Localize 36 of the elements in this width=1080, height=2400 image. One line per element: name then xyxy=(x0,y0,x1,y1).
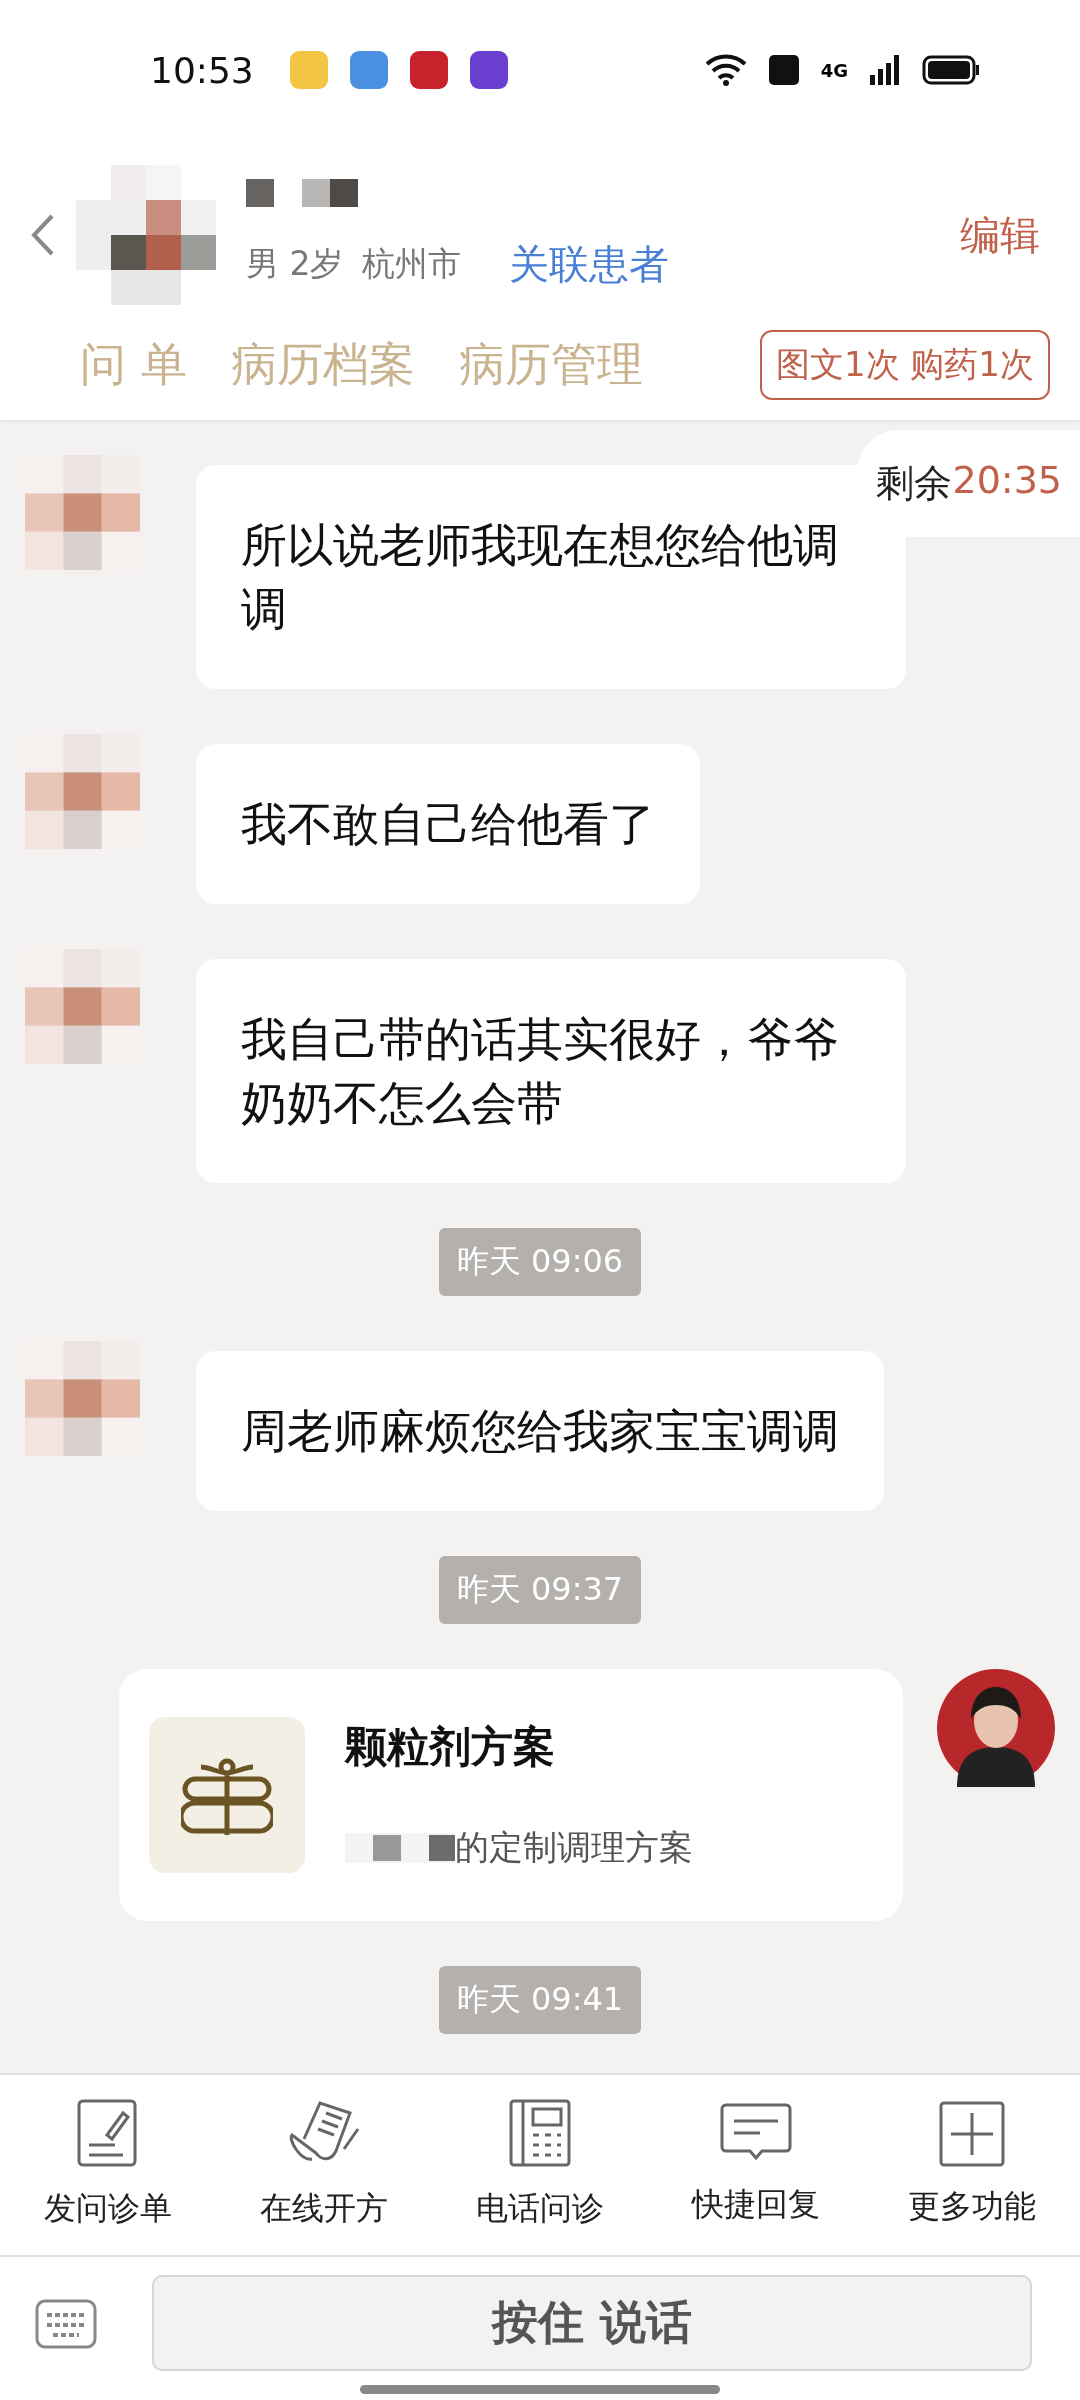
status-time: 10:53 xyxy=(150,49,254,91)
tool-button[interactable]: 快捷回复 xyxy=(656,2102,856,2228)
app-icon xyxy=(349,51,388,89)
signal-icon xyxy=(870,55,900,85)
plan-card[interactable]: 颗粒剂方案 的定制调理方案 xyxy=(119,1669,903,1921)
message-bubble: 我不敢自己给他看了 xyxy=(196,744,700,904)
timestamp: 昨天 09:41 xyxy=(438,1966,642,2034)
quota-badge: 图文1次 购药1次 xyxy=(759,330,1050,400)
tool-button[interactable]: 在线开方 xyxy=(224,2098,424,2232)
tool-button[interactable]: 发问诊单 xyxy=(8,2098,208,2232)
telephone-icon xyxy=(509,2099,571,2169)
card-subtitle: 的定制调理方案 xyxy=(455,1826,693,1869)
timer-label: 剩余 xyxy=(876,460,953,507)
app-icon xyxy=(289,51,328,89)
app-icon xyxy=(409,51,448,89)
patient-info: 杭州市 xyxy=(361,242,461,285)
message-bubble: 我自己带的话其实很好，爷爷奶奶不怎么会带 xyxy=(196,959,906,1183)
hold-to-talk-button[interactable]: 按住 说话 xyxy=(152,2275,1032,2371)
form-pen-icon xyxy=(77,2099,139,2169)
plus-icon xyxy=(939,2101,1005,2167)
keyboard-icon[interactable] xyxy=(35,2299,97,2349)
edit-button[interactable]: 编辑 xyxy=(950,207,1050,263)
app-icon xyxy=(469,51,508,89)
tool-button[interactable]: 电话问诊 xyxy=(440,2098,640,2232)
tool-button[interactable]: 更多功能 xyxy=(872,2100,1072,2230)
link-patient-link[interactable]: 关联患者 xyxy=(508,236,669,292)
patient-info: 男 2岁 xyxy=(246,242,344,285)
timestamp: 昨天 09:06 xyxy=(438,1228,642,1296)
message-bubble: 周老师麻烦您给我家宝宝调调 xyxy=(196,1351,884,1511)
back-icon[interactable] xyxy=(30,212,56,258)
wifi-icon xyxy=(704,54,747,86)
timestamp: 昨天 09:37 xyxy=(438,1556,642,1624)
battery-icon xyxy=(922,55,980,85)
card-title: 颗粒剂方案 xyxy=(345,1721,556,1773)
timer-value: 20:35 xyxy=(952,458,1062,504)
network-label: 4G xyxy=(820,59,848,81)
